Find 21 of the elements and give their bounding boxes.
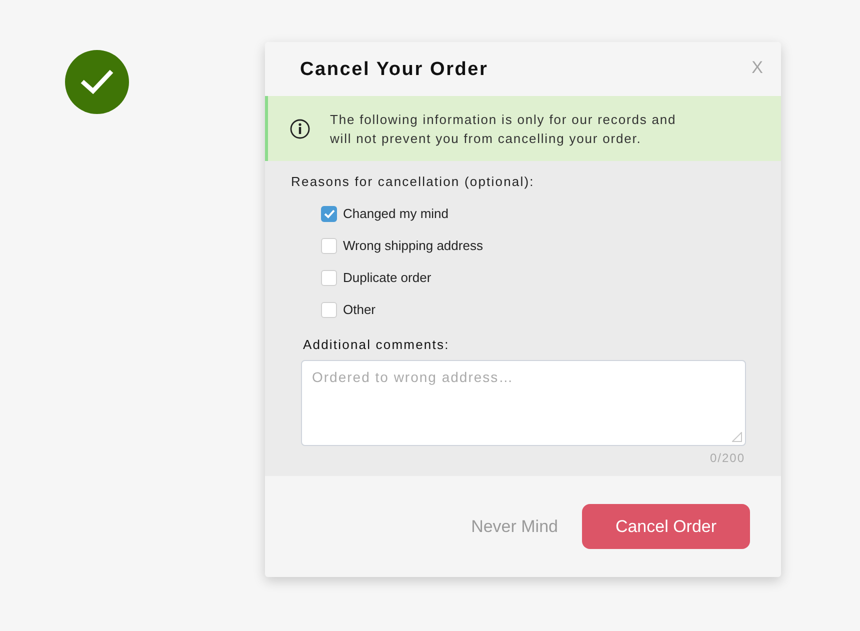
checkbox[interactable] xyxy=(321,238,337,254)
checkbox-label: Other xyxy=(343,302,376,318)
checkbox-label: Duplicate order xyxy=(343,270,432,286)
checkbox-label: Changed my mind xyxy=(343,206,448,222)
tick-icon xyxy=(324,209,334,219)
never-mind-button[interactable]: Never Mind xyxy=(471,514,558,540)
checkbox[interactable] xyxy=(321,302,337,318)
checkbox[interactable] xyxy=(321,206,337,222)
checkbox[interactable] xyxy=(321,270,337,286)
info-icon xyxy=(290,118,310,138)
comments-field[interactable]: Ordered to wrong address… xyxy=(301,360,746,446)
check-circle-icon xyxy=(65,50,129,114)
cancel-order-button[interactable]: Cancel Order xyxy=(582,504,750,549)
resize-handle-icon[interactable] xyxy=(732,432,742,442)
close-button[interactable]: X xyxy=(752,58,763,76)
reasons-label: Reasons for cancellation (optional): xyxy=(291,174,534,190)
info-message: The following information is only for our records and will not prevent you from cancelling your order. xyxy=(330,110,678,148)
checkbox-label: Wrong shipping address xyxy=(343,238,483,254)
dialog-title: Cancel Your Order xyxy=(300,60,488,78)
comments-label: Additional comments: xyxy=(303,337,450,353)
character-counter: 0/200 xyxy=(710,451,745,465)
